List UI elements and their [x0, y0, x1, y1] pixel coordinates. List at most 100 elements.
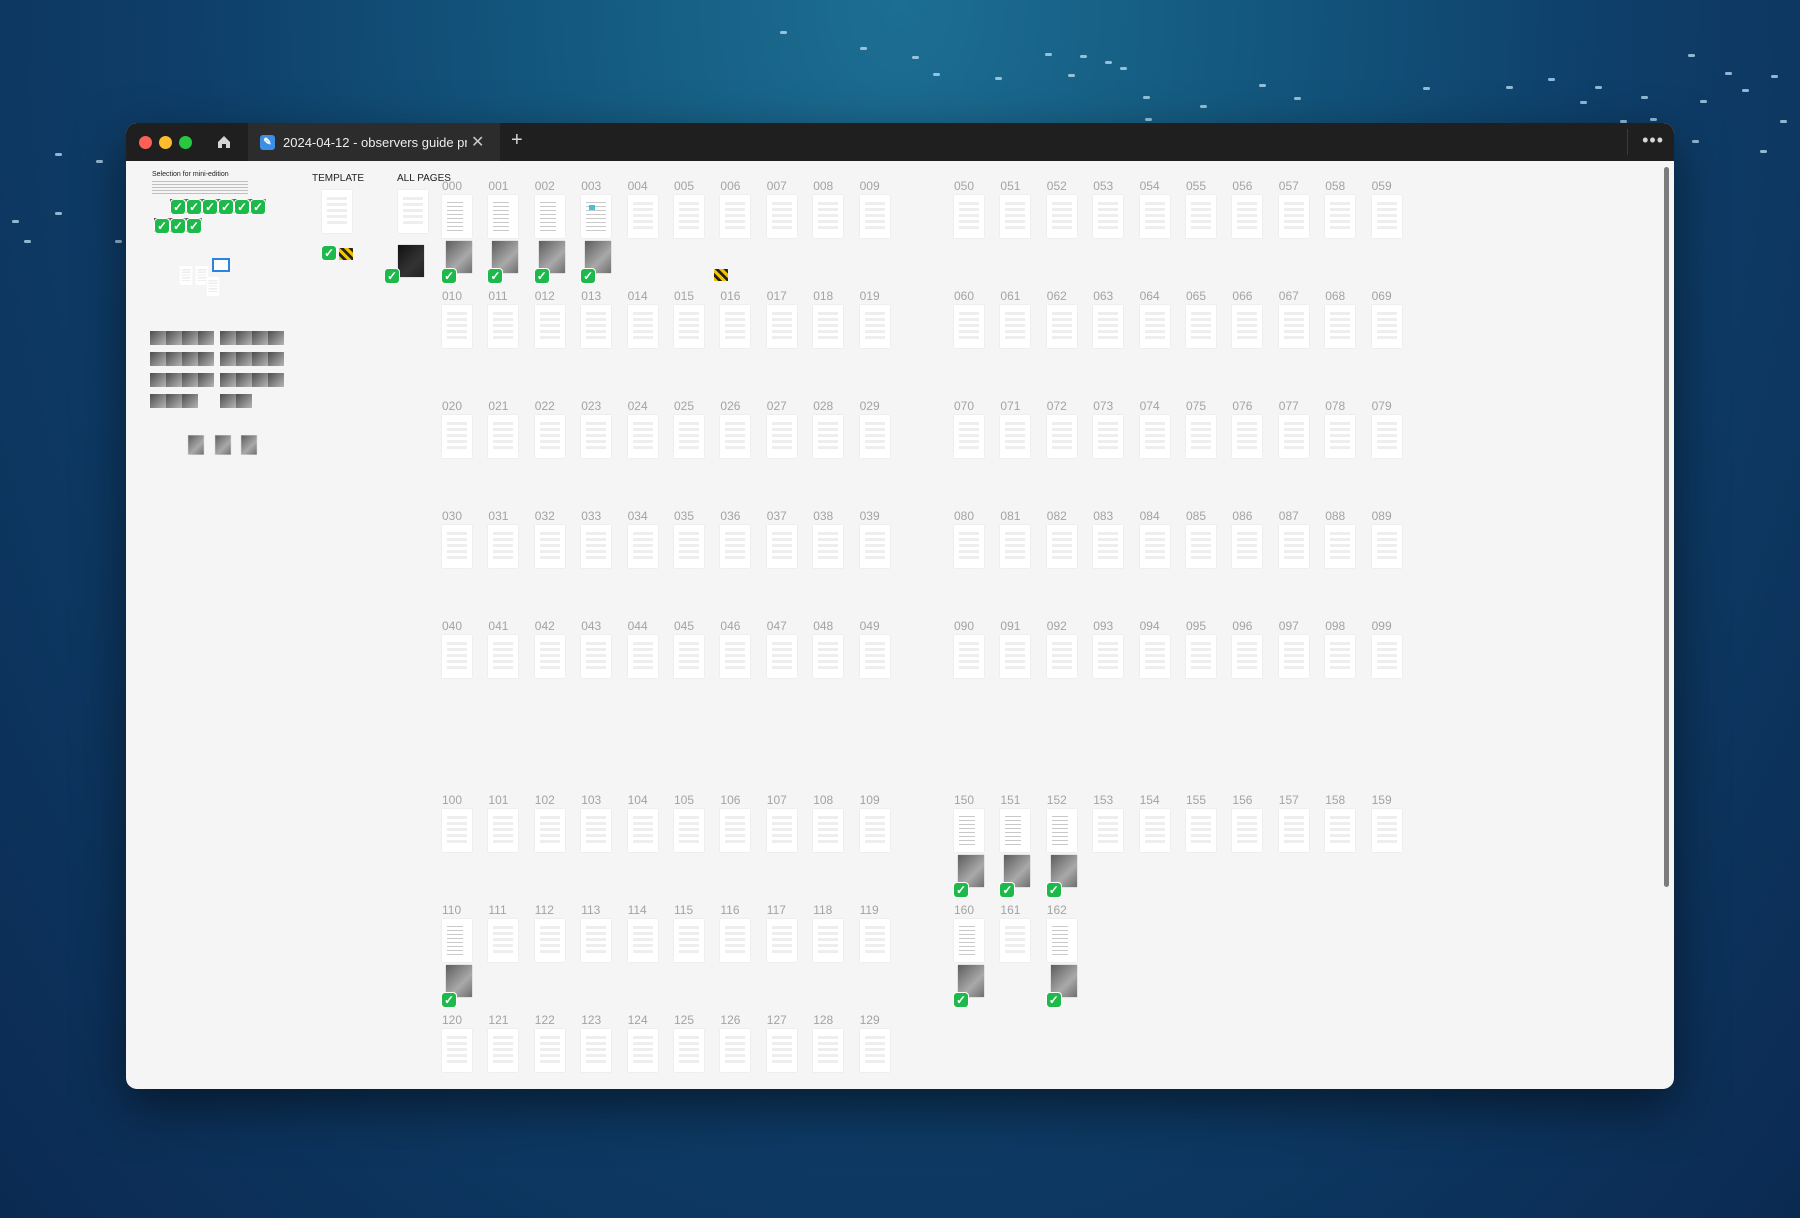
page-frame[interactable] — [766, 635, 797, 678]
page-frame[interactable] — [1325, 809, 1356, 852]
page-frame[interactable] — [1046, 525, 1077, 568]
photo-thumb[interactable] — [220, 394, 236, 408]
page-frame[interactable] — [720, 809, 751, 852]
page-frame[interactable] — [581, 1029, 612, 1072]
page-frame[interactable] — [720, 415, 751, 458]
page-frame[interactable] — [813, 305, 844, 348]
page-frame[interactable] — [766, 415, 797, 458]
page-frame[interactable] — [442, 1029, 472, 1072]
page-frame[interactable] — [954, 525, 984, 568]
page-frame[interactable] — [488, 1029, 519, 1072]
page-frame[interactable] — [1278, 305, 1309, 348]
page-frame[interactable] — [534, 919, 565, 962]
page-frame[interactable] — [1046, 415, 1077, 458]
page-frame[interactable] — [1232, 635, 1263, 678]
page-frame[interactable] — [1186, 415, 1216, 458]
page-frame[interactable] — [1139, 635, 1170, 678]
photo-thumb[interactable] — [182, 352, 198, 366]
page-frame[interactable] — [1325, 635, 1356, 678]
maximize-window-button[interactable] — [179, 136, 192, 149]
page-frame[interactable] — [813, 195, 844, 238]
photo-thumb[interactable] — [252, 373, 268, 387]
mini-page-frame[interactable] — [206, 276, 220, 297]
photo-thumb[interactable] — [220, 373, 236, 387]
page-frame[interactable] — [954, 635, 984, 678]
page-frame[interactable] — [1186, 809, 1216, 852]
cover-photo[interactable] — [398, 245, 424, 277]
page-frame[interactable] — [1093, 635, 1124, 678]
page-frame[interactable] — [859, 415, 890, 458]
photo-thumb[interactable] — [252, 331, 268, 345]
page-frame[interactable] — [1278, 635, 1309, 678]
photo-thumb[interactable] — [166, 352, 182, 366]
page-frame[interactable] — [581, 525, 612, 568]
vertical-scrollbar[interactable] — [1664, 167, 1669, 887]
page-frame[interactable] — [534, 305, 565, 348]
page-frame[interactable] — [674, 305, 704, 348]
template-page[interactable] — [322, 190, 352, 233]
page-frame[interactable] — [674, 415, 704, 458]
photo-thumb[interactable] — [150, 331, 166, 345]
page-frame[interactable] — [1139, 809, 1170, 852]
page-frame[interactable] — [720, 635, 751, 678]
photo-thumb[interactable] — [198, 331, 214, 345]
photo-thumb[interactable] — [166, 373, 182, 387]
page-frame[interactable] — [859, 919, 890, 962]
home-icon[interactable] — [216, 134, 232, 150]
page-frame[interactable] — [1046, 195, 1077, 238]
page-frame[interactable] — [954, 195, 984, 238]
page-frame[interactable] — [674, 525, 704, 568]
page-frame[interactable] — [859, 1029, 890, 1072]
page-frame[interactable] — [627, 415, 658, 458]
photo-thumb[interactable] — [166, 394, 182, 408]
mini-page-frame[interactable] — [179, 265, 193, 286]
photo-thumb[interactable] — [268, 373, 284, 387]
selected-frame[interactable] — [212, 258, 230, 272]
page-frame[interactable] — [534, 415, 565, 458]
more-options-icon[interactable]: ••• — [1627, 129, 1664, 155]
page-frame[interactable] — [859, 525, 890, 568]
page-frame[interactable] — [534, 809, 565, 852]
photo-thumb[interactable] — [182, 394, 198, 408]
page-frame[interactable] — [859, 195, 890, 238]
page-frame[interactable] — [627, 635, 658, 678]
page-frame[interactable] — [1000, 919, 1031, 962]
page-frame[interactable] — [859, 635, 890, 678]
file-tab[interactable]: ✎ 2024-04-12 - observers guide pr ✕ — [248, 123, 500, 161]
page-frame[interactable] — [534, 195, 565, 238]
page-frame[interactable] — [627, 1029, 658, 1072]
page-frame[interactable] — [954, 415, 984, 458]
page-frame[interactable] — [1139, 415, 1170, 458]
page-frame[interactable] — [1371, 635, 1402, 678]
page-frame[interactable] — [813, 415, 844, 458]
page-frame[interactable] — [1000, 415, 1031, 458]
page-frame[interactable] — [1186, 635, 1216, 678]
photo-thumb[interactable] — [198, 352, 214, 366]
page-frame[interactable] — [859, 809, 890, 852]
page-frame[interactable] — [627, 305, 658, 348]
page-frame[interactable] — [1046, 809, 1077, 852]
page-frame[interactable] — [1325, 525, 1356, 568]
photo-thumb[interactable] — [182, 331, 198, 345]
page-frame[interactable] — [627, 525, 658, 568]
page-frame[interactable] — [1000, 195, 1031, 238]
page-frame[interactable] — [1371, 415, 1402, 458]
page-frame[interactable] — [581, 195, 612, 238]
page-frame[interactable] — [442, 919, 472, 962]
page-frame[interactable] — [766, 809, 797, 852]
page-frame[interactable] — [766, 305, 797, 348]
page-frame[interactable] — [1232, 415, 1263, 458]
page-frame[interactable] — [674, 195, 704, 238]
page-frame[interactable] — [1093, 809, 1124, 852]
page-frame[interactable] — [766, 525, 797, 568]
page-frame[interactable] — [581, 809, 612, 852]
page-frame[interactable] — [1093, 305, 1124, 348]
page-frame[interactable] — [534, 525, 565, 568]
minimize-window-button[interactable] — [159, 136, 172, 149]
page-frame[interactable] — [720, 525, 751, 568]
photo-thumb[interactable] — [220, 352, 236, 366]
page-frame[interactable] — [1232, 525, 1263, 568]
photo-thumb[interactable] — [182, 373, 198, 387]
photo-thumb[interactable] — [150, 373, 166, 387]
page-frame[interactable] — [1093, 415, 1124, 458]
